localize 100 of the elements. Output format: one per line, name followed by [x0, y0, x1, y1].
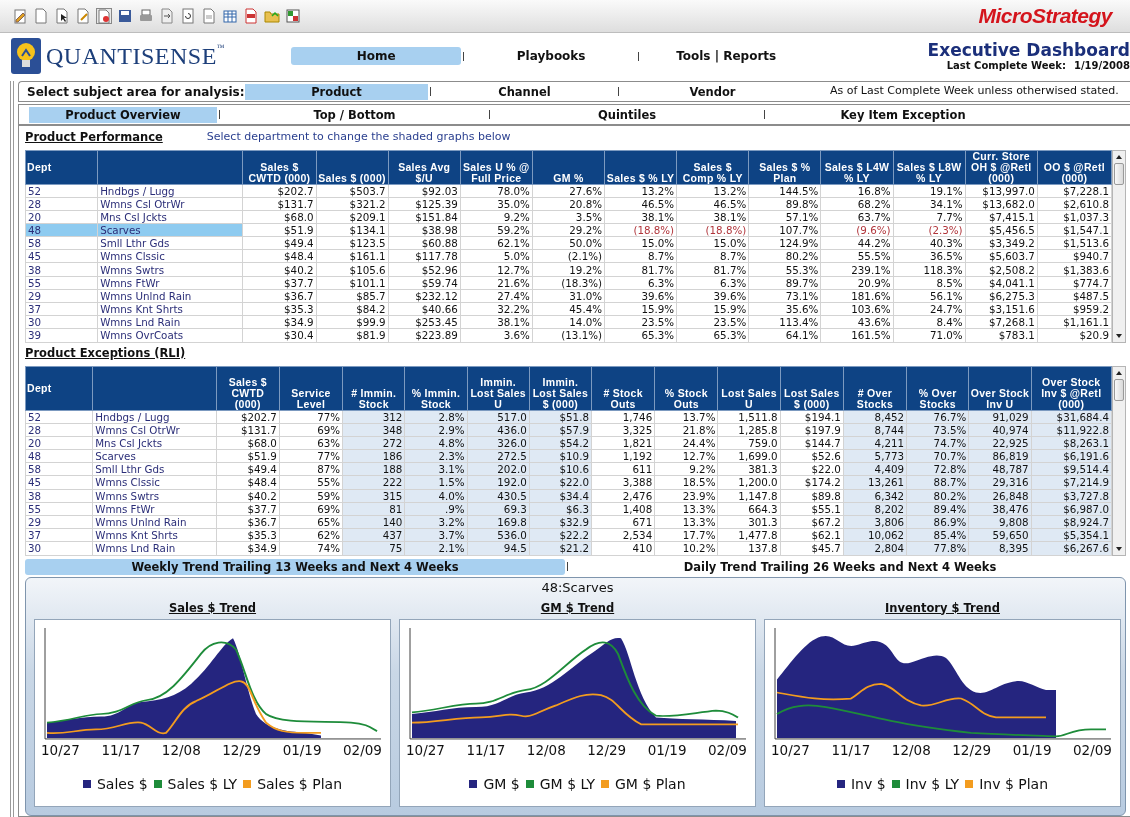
- dept-code-cell[interactable]: 38: [25, 262, 98, 277]
- column-header: Sales $ L8W % LY: [893, 150, 966, 184]
- save-icon[interactable]: [117, 8, 133, 24]
- dept-code-cell[interactable]: 37: [25, 302, 98, 316]
- dept-name-link[interactable]: Scarves: [92, 449, 217, 463]
- column-header: Sales $ (000): [316, 150, 389, 184]
- column-header: Sales $ CWTD (000): [216, 366, 280, 410]
- column-header: Dept: [25, 366, 93, 410]
- subject-option[interactable]: Channel: [433, 83, 616, 100]
- dept-name-link[interactable]: Wmns Lnd Rain: [97, 315, 243, 329]
- pencil-document-icon[interactable]: [12, 8, 28, 24]
- folder-icon[interactable]: [264, 8, 280, 24]
- table-cell: 46.5%: [604, 197, 677, 211]
- dept-name-link[interactable]: Wmns Knt Shrts: [92, 528, 217, 542]
- table-cell: $36.7: [216, 515, 280, 529]
- dept-name-link[interactable]: Wmns Lnd Rain: [92, 541, 217, 555]
- dept-name-link[interactable]: Wmns FtWr: [97, 276, 243, 290]
- table-cell: 59%: [279, 489, 343, 503]
- dept-name-link[interactable]: Wmns Swtrs: [92, 489, 217, 503]
- subtab[interactable]: Quintiles: [492, 106, 762, 123]
- axis-label: 02/09: [1073, 740, 1112, 760]
- document-arrow-icon[interactable]: [159, 8, 175, 24]
- table-cell: 21.8%: [654, 423, 718, 437]
- table-cell: 6.3%: [604, 276, 677, 290]
- subtab[interactable]: Key Item Exception: [767, 106, 1039, 123]
- table-cell: 103.6%: [820, 302, 893, 316]
- dept-code-cell[interactable]: 20: [25, 210, 98, 224]
- dept-code-cell[interactable]: 58: [25, 236, 98, 250]
- grid-icon[interactable]: [285, 8, 301, 24]
- dept-name-link[interactable]: Wmns Clssic: [97, 249, 243, 263]
- dept-name-link[interactable]: Wmns OvrCoats: [97, 328, 243, 342]
- dept-code-cell[interactable]: 52: [25, 184, 98, 198]
- table-cell: $84.2: [316, 302, 389, 316]
- table-cell: $131.7: [216, 423, 280, 437]
- trend-tab[interactable]: Weekly Trend Trailing 13 Weeks and Next 4 Weeks: [25, 558, 565, 575]
- dept-name-link[interactable]: Wmns Csl OtrWr: [97, 197, 243, 211]
- nav-tab[interactable]: Tools | Reports: [641, 47, 812, 65]
- dept-name-link[interactable]: Mns Csl Jckts: [92, 436, 217, 450]
- table-cell: 38.1%: [460, 315, 533, 329]
- column-header: Service Level: [279, 366, 343, 410]
- legend-label: GM $: [483, 774, 520, 794]
- dept-code-cell[interactable]: 29: [25, 289, 98, 303]
- dept-name-link[interactable]: Wmns Csl OtrWr: [92, 423, 217, 437]
- table-cell: 78.0%: [460, 184, 533, 198]
- dept-name-link[interactable]: Wmns Unlnd Rain: [92, 515, 217, 529]
- table-cell: $37.7: [242, 276, 316, 290]
- dept-name-link[interactable]: Hndbgs / Lugg: [92, 410, 217, 424]
- dept-name-link[interactable]: Wmns Knt Shrts: [97, 302, 243, 316]
- document-edit-icon[interactable]: [75, 8, 91, 24]
- dept-code-cell[interactable]: 28: [25, 197, 98, 211]
- dept-name-link[interactable]: Smll Lthr Gds: [92, 462, 217, 476]
- spreadsheet-icon[interactable]: [222, 8, 238, 24]
- table-cell: 6.3%: [676, 276, 749, 290]
- dept-name-link[interactable]: Smll Lthr Gds: [97, 236, 243, 250]
- subtab[interactable]: Top / Bottom: [222, 106, 487, 123]
- table-cell: 39.6%: [676, 289, 749, 303]
- dept-code-cell[interactable]: 30: [25, 315, 98, 329]
- dept-name-link[interactable]: Wmns Unlnd Rain: [97, 289, 243, 303]
- legend-label: Inv $: [850, 774, 886, 794]
- trend-tab[interactable]: Daily Trend Trailing 26 Weeks and Next 4 Weeks: [570, 558, 1110, 575]
- subject-option[interactable]: Vendor: [621, 83, 804, 100]
- table-cell: 124.9%: [748, 236, 821, 250]
- table-cell: $22.0: [780, 462, 844, 476]
- dept-name-link[interactable]: Wmns Swtrs: [97, 262, 243, 277]
- printer-icon[interactable]: [138, 8, 154, 24]
- table-cell: 12.7%: [654, 449, 718, 463]
- scrollbar-thumb[interactable]: [1114, 162, 1124, 185]
- document-cursor-icon[interactable]: [54, 8, 70, 24]
- dept-code-cell[interactable]: 39: [25, 328, 98, 342]
- table-cell: $52.96: [388, 262, 461, 277]
- legend-label: Sales $ Plan: [257, 774, 342, 794]
- dept-name-link[interactable]: Mns Csl Jckts: [97, 210, 243, 224]
- scrollbar-thumb[interactable]: [1114, 378, 1124, 401]
- axis-label: 12/29: [222, 740, 262, 760]
- table-cell: 73.1%: [748, 289, 821, 303]
- table-cell: 137.8: [717, 541, 781, 555]
- subject-option[interactable]: Product: [245, 83, 428, 100]
- table-cell: 13.3%: [654, 515, 718, 529]
- subtab[interactable]: Product Overview: [29, 106, 217, 123]
- column-header: Immin. Lost Sales $ (000): [529, 366, 592, 410]
- table-cell: 10.2%: [654, 541, 718, 555]
- dept-name-link[interactable]: Wmns Clssic: [92, 475, 217, 490]
- dept-code-cell[interactable]: 55: [25, 276, 98, 290]
- table-cell: 21.6%: [460, 276, 533, 290]
- table-cell: 23.5%: [604, 315, 677, 329]
- dept-name-link[interactable]: Wmns FtWr: [92, 502, 217, 516]
- dept-name-link[interactable]: Hndbgs / Lugg: [97, 184, 243, 198]
- dept-code-cell[interactable]: 45: [25, 249, 98, 263]
- table-cell: 20.8%: [532, 197, 605, 211]
- nav-tab[interactable]: Playbooks: [466, 47, 637, 65]
- document-export-icon[interactable]: [96, 8, 112, 24]
- table-cell: 8.7%: [604, 249, 677, 263]
- refresh-icon[interactable]: [180, 8, 196, 24]
- table-cell: 8.4%: [893, 315, 966, 329]
- table-cell: 81.7%: [676, 262, 749, 277]
- table-cell: 55.5%: [820, 249, 893, 263]
- document-icon[interactable]: [33, 8, 49, 24]
- document-icon[interactable]: [201, 8, 217, 24]
- pdf-document-icon[interactable]: [243, 8, 259, 24]
- nav-tab[interactable]: Home: [291, 47, 462, 65]
